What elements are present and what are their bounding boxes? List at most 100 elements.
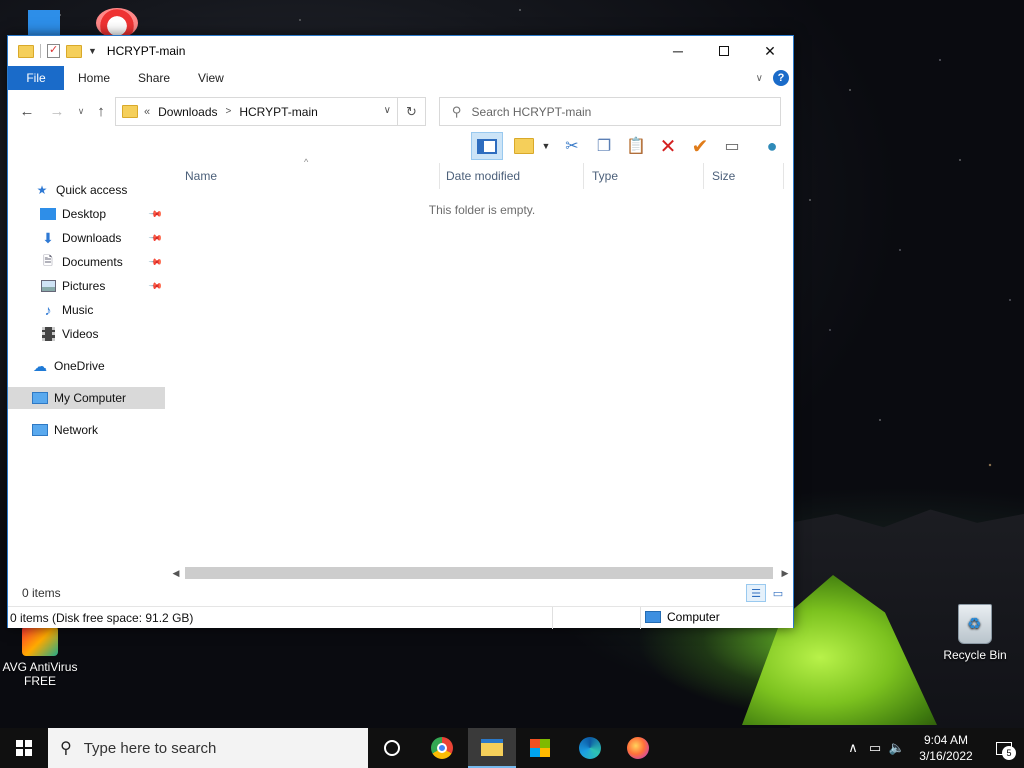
nav-label: Documents: [62, 255, 123, 269]
network-status-icon[interactable]: ▭: [864, 740, 886, 756]
taskbar: ⚲ Type here to search ∧ ▭ 🔈 9:04 AM 3/16…: [0, 728, 1024, 768]
tab-view[interactable]: View: [184, 66, 238, 90]
chevron-right-icon[interactable]: >: [226, 106, 232, 117]
action-center-button[interactable]: 5: [984, 728, 1024, 768]
large-icons-view-icon: ▭: [772, 587, 784, 600]
taskbar-chrome[interactable]: [418, 728, 466, 768]
start-button[interactable]: [0, 728, 48, 768]
horizontal-scrollbar[interactable]: ◀ ▶: [168, 565, 793, 581]
taskbar-search-box[interactable]: ⚲ Type here to search: [48, 728, 368, 768]
back-button[interactable]: ←: [14, 98, 40, 124]
new-folder-button[interactable]: [511, 132, 537, 160]
empty-folder-message: This folder is empty.: [428, 203, 536, 217]
globe-icon: ●: [766, 135, 778, 156]
pin-icon: 📌: [148, 206, 164, 222]
taskbar-edge[interactable]: [566, 728, 614, 768]
column-header-name[interactable]: Name: [165, 163, 440, 189]
cortana-button[interactable]: [368, 728, 416, 768]
desktop-icon-label: Recycle Bin: [943, 648, 1007, 662]
nav-my-computer[interactable]: My Computer: [8, 387, 165, 409]
desktop-icon-partial-2[interactable]: [96, 8, 138, 38]
delete-button[interactable]: ✕: [655, 132, 681, 160]
address-dropdown-icon[interactable]: ∨: [384, 105, 391, 116]
nav-quick-access[interactable]: ★ Quick access: [8, 179, 165, 201]
file-explorer-icon: [481, 738, 503, 756]
nav-music[interactable]: ♪ Music: [8, 299, 165, 321]
forward-button[interactable]: →: [44, 98, 70, 124]
cut-button[interactable]: ✂: [559, 132, 585, 160]
clock[interactable]: 9:04 AM 3/16/2022: [908, 732, 984, 764]
window-title: HCRYPT-main: [106, 44, 186, 58]
desktop-icon-partial-1[interactable]: [28, 10, 60, 36]
nav-label: Desktop: [62, 207, 107, 221]
address-overflow[interactable]: «: [144, 106, 150, 118]
copy-icon: ❐: [596, 138, 612, 155]
store-icon: [530, 739, 550, 757]
address-bar[interactable]: « Downloads > HCRYPT-main ∨ ↻: [115, 97, 426, 126]
minimize-button[interactable]: ─: [655, 36, 701, 66]
maximize-button[interactable]: [701, 36, 747, 66]
taskbar-firefox[interactable]: [614, 728, 662, 768]
breadcrumb-hcrypt-main[interactable]: HCRYPT-main: [239, 105, 317, 119]
nav-pictures[interactable]: Pictures 📌: [8, 275, 165, 297]
status-bar: 0 items (Disk free space: 91.2 GB) Compu…: [8, 606, 793, 629]
nav-documents[interactable]: 🗎 Documents 📌: [8, 251, 165, 273]
system-tray: ∧ ▭ 🔈 9:04 AM 3/16/2022 5: [842, 728, 1024, 768]
recent-locations-dropdown[interactable]: ∨: [74, 98, 88, 124]
new-folder-icon[interactable]: [66, 44, 82, 58]
network-globe-button[interactable]: ●: [759, 132, 785, 160]
rename-button[interactable]: ✔: [687, 132, 713, 160]
copy-button[interactable]: ❐: [591, 132, 617, 160]
new-item-dropdown[interactable]: ▼: [539, 132, 553, 160]
scrollbar-thumb[interactable]: [185, 567, 773, 579]
taskbar-file-explorer[interactable]: [468, 728, 516, 768]
nav-onedrive[interactable]: ☁ OneDrive: [8, 355, 165, 377]
breadcrumb-downloads[interactable]: Downloads: [158, 105, 217, 119]
taskbar-store[interactable]: [516, 728, 564, 768]
desktop-icon: [40, 207, 56, 221]
address-row: ← → ∨ ↑ « Downloads > HCRYPT-main ∨ ↻ ⚲ …: [8, 94, 793, 128]
details-view-button[interactable]: ☰: [746, 584, 766, 602]
close-button[interactable]: ✕: [747, 36, 793, 66]
desktop-icon-recycle-bin[interactable]: Recycle Bin: [935, 604, 1015, 662]
pictures-icon: [40, 279, 56, 293]
column-header-date-modified[interactable]: Date modified: [440, 163, 584, 189]
search-input[interactable]: ⚲ Search HCRYPT-main: [439, 97, 781, 126]
file-list: ^ Name Date modified Type Size This fold…: [165, 157, 793, 579]
pin-icon: 📌: [148, 254, 164, 270]
clock-time: 9:04 AM: [923, 733, 969, 747]
customize-qat-dropdown-icon[interactable]: ▼: [88, 46, 97, 56]
help-icon[interactable]: ?: [773, 70, 789, 86]
document-icon: 🗎: [43, 253, 53, 268]
nav-downloads[interactable]: ⬇ Downloads 📌: [8, 227, 165, 249]
tab-file[interactable]: File: [8, 66, 64, 90]
preview-pane-button[interactable]: [471, 132, 503, 160]
content-area: ★ Quick access Desktop 📌 ⬇ Downloads 📌 🗎…: [8, 157, 793, 581]
desktop-icon-avg[interactable]: AVG AntiVirus FREE: [0, 626, 80, 688]
scroll-left-icon[interactable]: ◀: [168, 565, 184, 581]
nav-videos[interactable]: Videos: [8, 323, 165, 345]
paste-button[interactable]: 📋: [623, 132, 649, 160]
properties-button[interactable]: ▭: [719, 132, 745, 160]
column-header-type[interactable]: Type: [584, 163, 704, 189]
column-header-size[interactable]: Size: [704, 163, 784, 189]
scissors-icon: ✂: [565, 138, 579, 155]
item-count-row: 0 items ☰ ▭: [8, 581, 793, 605]
pin-icon: 📌: [148, 278, 164, 294]
volume-icon[interactable]: 🔈: [886, 740, 908, 756]
scroll-right-icon[interactable]: ▶: [777, 565, 793, 581]
nav-network[interactable]: Network: [8, 419, 165, 441]
tab-home[interactable]: Home: [64, 66, 124, 90]
properties-icon[interactable]: [47, 43, 60, 58]
title-bar[interactable]: ▼ HCRYPT-main ─ ✕: [8, 36, 793, 66]
up-button[interactable]: ↑: [88, 98, 114, 124]
tab-share[interactable]: Share: [124, 66, 184, 90]
avg-icon: [22, 626, 58, 656]
expand-ribbon-icon[interactable]: ∨: [756, 73, 763, 84]
large-icons-view-button[interactable]: ▭: [768, 584, 788, 602]
quick-access-toolbar: ▼: [8, 36, 97, 66]
navigation-pane: ★ Quick access Desktop 📌 ⬇ Downloads 📌 🗎…: [8, 163, 165, 579]
refresh-button[interactable]: ↻: [397, 98, 425, 125]
show-hidden-icons-chevron-icon[interactable]: ∧: [842, 740, 864, 756]
nav-desktop[interactable]: Desktop 📌: [8, 203, 165, 225]
